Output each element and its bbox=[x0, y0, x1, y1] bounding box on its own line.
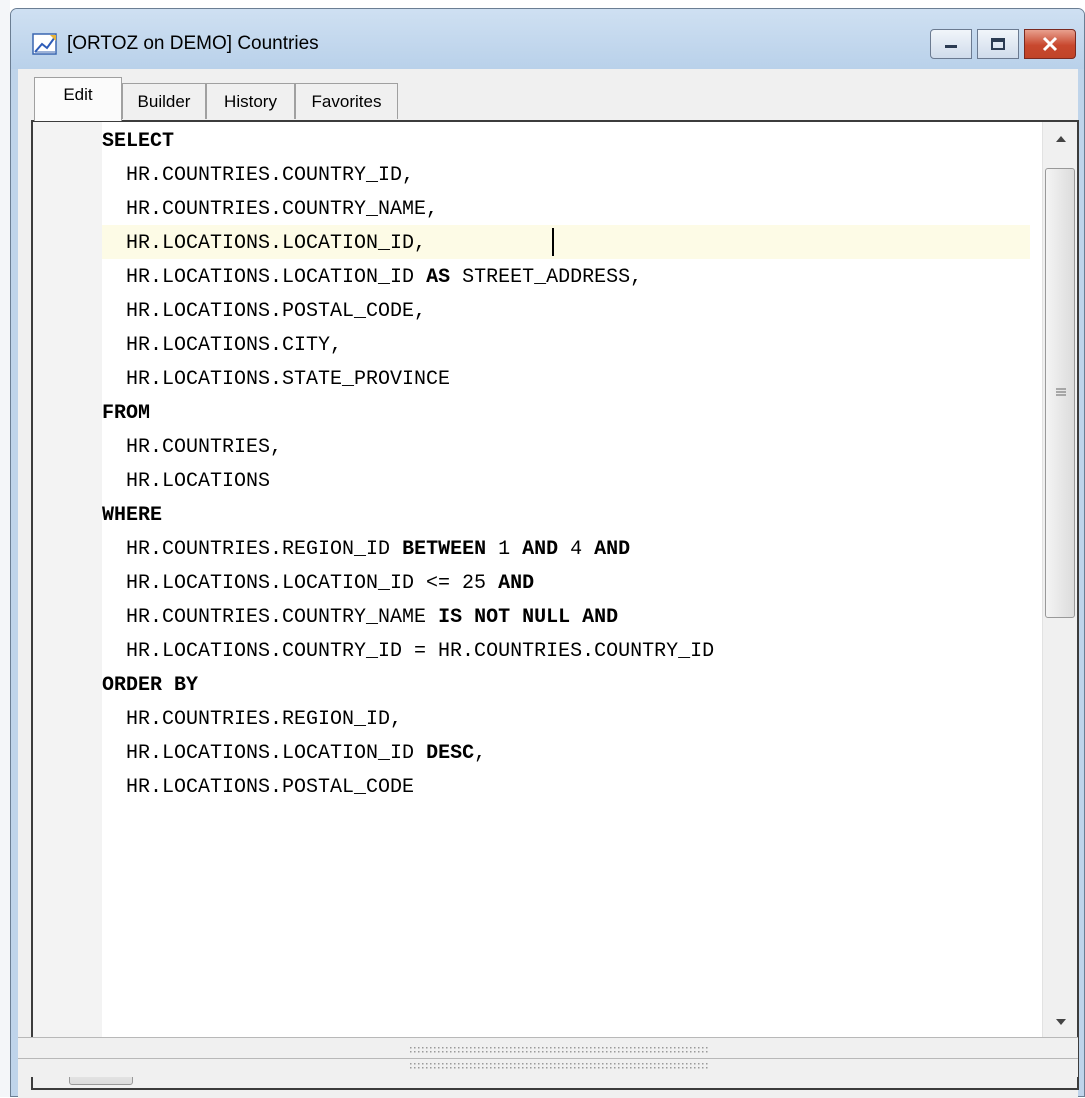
arrow-up-icon bbox=[1055, 136, 1066, 142]
code-line[interactable]: HR.LOCATIONS.LOCATION_ID <= 25 AND bbox=[102, 567, 714, 601]
code-line[interactable]: HR.LOCATIONS.LOCATION_ID DESC, bbox=[102, 737, 714, 771]
sql-editor[interactable]: SELECT HR.COUNTRIES.COUNTRY_ID, HR.COUNT… bbox=[31, 120, 1079, 1090]
tab-edit[interactable]: Edit bbox=[34, 77, 122, 121]
sql-keyword: ORDER BY bbox=[102, 674, 199, 697]
minimize-icon bbox=[945, 45, 957, 48]
sql-keyword: SELECT bbox=[102, 130, 175, 153]
tab-builder[interactable]: Builder bbox=[122, 83, 206, 119]
close-icon bbox=[1042, 36, 1058, 52]
code-area[interactable]: SELECT HR.COUNTRIES.COUNTRY_ID, HR.COUNT… bbox=[102, 122, 1030, 1053]
code-line[interactable]: SELECT bbox=[102, 125, 714, 159]
sql-editor-icon bbox=[32, 33, 57, 55]
sql-keyword: FROM bbox=[102, 402, 151, 425]
code-line[interactable]: HR.LOCATIONS.LOCATION_ID, bbox=[102, 227, 714, 261]
sql-keyword: NULL bbox=[522, 606, 571, 629]
vertical-scroll-thumb[interactable] bbox=[1045, 168, 1075, 618]
sql-keyword: AND bbox=[594, 538, 631, 561]
code-line[interactable]: HR.COUNTRIES.COUNTRY_NAME IS NOT NULL AN… bbox=[102, 601, 714, 635]
code-line[interactable]: HR.LOCATIONS.POSTAL_CODE bbox=[102, 771, 714, 805]
code-line[interactable]: HR.LOCATIONS.LOCATION_ID AS STREET_ADDRE… bbox=[102, 261, 714, 295]
text-caret bbox=[552, 228, 554, 256]
minimize-button[interactable] bbox=[930, 29, 972, 59]
splitter-grip-icon bbox=[410, 1047, 710, 1055]
code-line[interactable]: WHERE bbox=[102, 499, 714, 533]
query-editor-window: [ORTOZ on DEMO] Countries Edit Builder H… bbox=[10, 8, 1085, 1098]
splitter-divider bbox=[18, 1037, 1078, 1038]
tab-strip: Edit Builder History Favorites bbox=[18, 69, 1078, 124]
code-line[interactable]: HR.LOCATIONS.COUNTRY_ID = HR.COUNTRIES.C… bbox=[102, 635, 714, 669]
sql-keyword: NOT bbox=[474, 606, 511, 629]
sql-keyword: WHERE bbox=[102, 504, 163, 527]
sql-keyword: DESC bbox=[426, 742, 475, 765]
scroll-up-button[interactable] bbox=[1043, 124, 1078, 154]
code-line[interactable]: HR.COUNTRIES.COUNTRY_ID, bbox=[102, 159, 714, 193]
sql-keyword: AND bbox=[522, 538, 559, 561]
tab-history[interactable]: History bbox=[206, 83, 295, 119]
splitter-grip-icon bbox=[410, 1063, 710, 1071]
code-line[interactable]: HR.COUNTRIES, bbox=[102, 431, 714, 465]
code-line[interactable]: HR.COUNTRIES.REGION_ID BETWEEN 1 AND 4 A… bbox=[102, 533, 714, 567]
title-bar[interactable]: [ORTOZ on DEMO] Countries bbox=[11, 9, 1084, 69]
close-button[interactable] bbox=[1024, 29, 1076, 59]
maximize-button[interactable] bbox=[977, 29, 1019, 59]
code-line[interactable]: FROM bbox=[102, 397, 714, 431]
line-gutter bbox=[33, 122, 102, 1053]
sql-keyword: AS bbox=[426, 266, 451, 289]
sql-keyword: AND bbox=[582, 606, 619, 629]
tab-favorites[interactable]: Favorites bbox=[295, 83, 398, 119]
code-line[interactable]: HR.LOCATIONS bbox=[102, 465, 714, 499]
code-line[interactable]: HR.COUNTRIES.REGION_ID, bbox=[102, 703, 714, 737]
sql-keyword: IS bbox=[438, 606, 463, 629]
code-line[interactable]: HR.COUNTRIES.COUNTRY_NAME, bbox=[102, 193, 714, 227]
scroll-down-button[interactable] bbox=[1043, 1007, 1078, 1037]
arrow-down-icon bbox=[1055, 1019, 1066, 1025]
maximize-icon bbox=[991, 38, 1005, 50]
code-line[interactable]: ORDER BY bbox=[102, 669, 714, 703]
window-controls bbox=[930, 29, 1076, 59]
panel-splitter[interactable] bbox=[18, 1037, 1078, 1077]
window-title: [ORTOZ on DEMO] Countries bbox=[67, 33, 319, 54]
code-line[interactable]: HR.LOCATIONS.STATE_PROVINCE bbox=[102, 363, 714, 397]
splitter-divider bbox=[18, 1058, 1078, 1059]
desktop-background bbox=[0, 0, 10, 1097]
editor-panel: Edit Builder History Favorites SELECT HR… bbox=[18, 69, 1079, 1098]
grip-icon bbox=[1056, 388, 1066, 396]
sql-code[interactable]: SELECT HR.COUNTRIES.COUNTRY_ID, HR.COUNT… bbox=[102, 125, 714, 805]
sql-keyword: AND bbox=[498, 572, 535, 595]
code-line[interactable]: HR.LOCATIONS.POSTAL_CODE, bbox=[102, 295, 714, 329]
code-line[interactable]: HR.LOCATIONS.CITY, bbox=[102, 329, 714, 363]
vertical-scrollbar[interactable] bbox=[1042, 122, 1077, 1053]
sql-keyword: BETWEEN bbox=[402, 538, 487, 561]
